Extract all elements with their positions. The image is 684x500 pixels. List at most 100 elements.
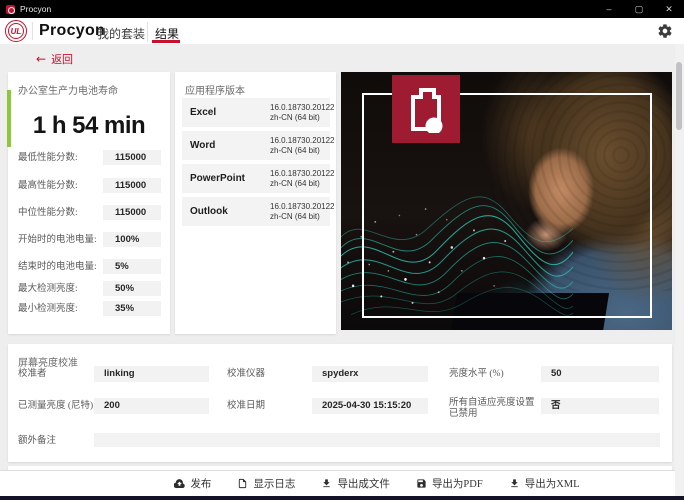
- instrument-value: spyderx: [312, 366, 428, 382]
- export-xml-label: 导出为XML: [525, 476, 580, 491]
- ul-logo: UL: [5, 20, 27, 42]
- stat-label: 结束时的电池电量:: [18, 259, 97, 275]
- back-arrow-icon: ←: [36, 52, 46, 66]
- version-number: 16.0.18730.20122: [270, 103, 335, 112]
- stat-label: 最低性能分数:: [18, 150, 78, 166]
- back-label: 返回: [51, 51, 73, 67]
- window-controls: – ▢ ✕: [594, 0, 684, 18]
- download-icon: [509, 478, 520, 489]
- measured-brightness-value: 200: [94, 398, 209, 414]
- app-versions-title: 应用程序版本: [185, 82, 245, 97]
- brand-title: Procyon: [39, 22, 105, 40]
- export-pdf-label: 导出为PDF: [432, 476, 483, 491]
- app-name: PowerPoint: [190, 164, 245, 193]
- stat-value: 5%: [103, 259, 161, 274]
- tab-my-suites[interactable]: 我的套装: [97, 25, 145, 42]
- stat-row: 最大检测亮度: 50%: [8, 281, 170, 297]
- adaptive-brightness-label: 所有自适应亮度设置已禁用: [449, 398, 539, 420]
- publish-button[interactable]: 发布: [174, 476, 211, 491]
- export-file-button[interactable]: 导出成文件: [321, 476, 390, 491]
- app-name: Word: [190, 131, 215, 160]
- version-number: 16.0.18730.20122: [270, 136, 335, 145]
- export-pdf-button[interactable]: 导出为PDF: [416, 476, 483, 491]
- publish-label: 发布: [190, 476, 211, 491]
- window-bottom-edge: [0, 496, 684, 500]
- app-versions-panel: 应用程序版本 Excel 16.0.18730.20122zh-CN (64 b…: [175, 72, 336, 334]
- stat-label: 开始时的电池电量:: [18, 232, 97, 248]
- app-version: 16.0.18730.20122zh-CN (64 bit): [270, 202, 335, 221]
- app-version: 16.0.18730.20122zh-CN (64 bit): [270, 103, 335, 122]
- tab-divider: [147, 22, 148, 42]
- vertical-scrollbar[interactable]: [675, 44, 684, 496]
- export-file-label: 导出成文件: [337, 476, 390, 491]
- stat-label: 最大检测亮度:: [18, 281, 78, 297]
- stat-row: 结束时的电池电量: 5%: [8, 259, 170, 275]
- procyon-app: Procyon – ▢ ✕ UL Procyon 我的套装 结果 ← 返回 办公…: [0, 0, 684, 500]
- app-name: Excel: [190, 98, 216, 127]
- header-divider: [32, 22, 33, 40]
- brightness-level-label: 亮度水平 (%): [449, 366, 539, 382]
- version-number: 16.0.18730.20122: [270, 169, 335, 178]
- stat-row: 最高性能分数: 115000: [8, 178, 170, 194]
- battery-life-score: 1 h 54 min: [8, 112, 170, 140]
- calibrator-label: 校准者: [18, 366, 47, 382]
- version-locale: zh-CN (64 bit): [270, 179, 320, 188]
- adaptive-brightness-value: 否: [541, 398, 659, 414]
- scrollbar-thumb[interactable]: [676, 62, 682, 130]
- brightness-level-value: 50: [541, 366, 659, 382]
- titlebar-title: Procyon: [20, 4, 51, 14]
- active-tab-underline: [152, 40, 180, 43]
- save-disk-icon: [416, 478, 427, 489]
- footer-buttons: 发布 显示日志 导出成文件 导出为PDF 导出为XML: [35, 471, 684, 496]
- stat-label: 中位性能分数:: [18, 205, 78, 221]
- maximize-button[interactable]: ▢: [624, 0, 654, 18]
- battery-icon: [408, 85, 444, 133]
- stat-value: 100%: [103, 232, 161, 247]
- stat-value: 115000: [103, 150, 161, 165]
- back-link[interactable]: ← 返回: [36, 51, 73, 67]
- instrument-label: 校准仪器: [227, 366, 265, 382]
- app-header: UL Procyon 我的套装 结果: [0, 18, 684, 44]
- stat-value: 35%: [103, 301, 161, 316]
- app-version-row: PowerPoint 16.0.18730.20122zh-CN (64 bit…: [182, 164, 330, 193]
- download-icon: [321, 478, 332, 489]
- calibration-row: 已测量亮度 (尼特) 200 校准日期 2025-04-30 15:15:20 …: [8, 398, 672, 416]
- version-number: 16.0.18730.20122: [270, 202, 335, 211]
- calibration-date-value: 2025-04-30 15:15:20: [312, 398, 428, 414]
- benchmark-hero-image: [341, 72, 672, 330]
- show-log-label: 显示日志: [253, 476, 295, 491]
- stat-row: 开始时的电池电量: 100%: [8, 232, 170, 248]
- calibration-row: 校准者 linking 校准仪器 spyderx 亮度水平 (%) 50: [8, 366, 672, 384]
- calibration-row: 额外备注: [8, 433, 672, 451]
- stat-value: 115000: [103, 178, 161, 193]
- show-log-button[interactable]: 显示日志: [237, 476, 295, 491]
- calibrator-value: linking: [94, 366, 209, 382]
- log-document-icon: [237, 478, 248, 489]
- battery-benchmark-badge: [392, 75, 460, 143]
- stat-row: 中位性能分数: 115000: [8, 205, 170, 221]
- battery-panel-title: 办公室生产力电池寿命: [18, 82, 118, 97]
- measured-brightness-label: 已测量亮度 (尼特): [18, 398, 93, 414]
- close-button[interactable]: ✕: [654, 0, 684, 18]
- extra-notes-field[interactable]: [94, 433, 660, 447]
- export-xml-button[interactable]: 导出为XML: [509, 476, 580, 491]
- stat-row: 最小检测亮度: 35%: [8, 301, 170, 317]
- app-version-row: Excel 16.0.18730.20122zh-CN (64 bit): [182, 98, 330, 127]
- titlebar: Procyon – ▢ ✕: [0, 0, 684, 18]
- settings-gear-icon[interactable]: [657, 23, 673, 39]
- stat-value: 115000: [103, 205, 161, 220]
- version-locale: zh-CN (64 bit): [270, 113, 320, 122]
- stat-value: 50%: [103, 281, 161, 296]
- calibration-panel: 屏幕亮度校准 校准者 linking 校准仪器 spyderx 亮度水平 (%)…: [8, 344, 672, 462]
- version-locale: zh-CN (64 bit): [270, 146, 320, 155]
- app-version: 16.0.18730.20122zh-CN (64 bit): [270, 136, 335, 155]
- battery-life-panel: 办公室生产力电池寿命 1 h 54 min 最低性能分数: 115000 最高性…: [8, 72, 170, 334]
- minimize-button[interactable]: –: [594, 0, 624, 18]
- version-locale: zh-CN (64 bit): [270, 212, 320, 221]
- stat-label: 最小检测亮度:: [18, 301, 78, 317]
- cloud-upload-icon: [174, 478, 185, 489]
- stat-row: 最低性能分数: 115000: [8, 150, 170, 166]
- footer-action-bar: 发布 显示日志 导出成文件 导出为PDF 导出为XML: [0, 470, 684, 496]
- stat-label: 最高性能分数:: [18, 178, 78, 194]
- titlebar-ul-icon: [6, 5, 15, 14]
